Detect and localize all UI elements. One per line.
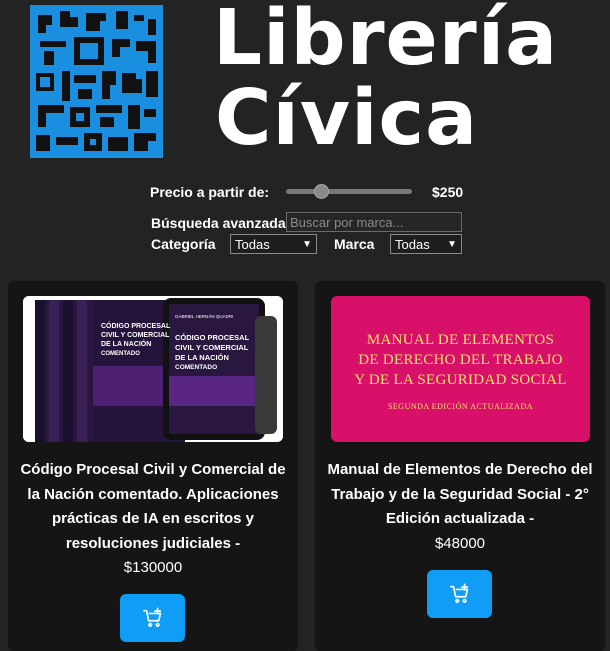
logo-line-1: Librería bbox=[213, 0, 559, 83]
logo-line-2: Cívica bbox=[215, 74, 479, 163]
svg-text:CIVIL Y COMERCIAL: CIVIL Y COMERCIAL bbox=[175, 343, 249, 352]
logo-mosaic-icon bbox=[30, 5, 163, 158]
advanced-search-label: Búsqueda avanzada bbox=[151, 215, 286, 231]
product-card: MANUAL DE ELEMENTOS DE DERECHO DEL TRABA… bbox=[315, 281, 605, 651]
book-cover-image: CÓDIGO PROCESAL CIVIL Y COMERCIAL DE LA … bbox=[23, 296, 283, 442]
product-price: $48000 bbox=[434, 534, 486, 552]
price-slider[interactable] bbox=[286, 184, 412, 199]
category-select-value: Todas bbox=[235, 236, 270, 252]
svg-text:COMENTADO: COMENTADO bbox=[101, 351, 140, 357]
cover-title: MANUAL DE ELEMENTOS DE DERECHO DEL TRABA… bbox=[331, 330, 590, 390]
product-image[interactable]: CÓDIGO PROCESAL CIVIL Y COMERCIAL DE LA … bbox=[23, 296, 283, 442]
product-price: $130000 bbox=[123, 559, 183, 576]
svg-text:CÓDIGO PROCESAL: CÓDIGO PROCESAL bbox=[175, 333, 250, 342]
svg-text:DE LA NACIÓN: DE LA NACIÓN bbox=[101, 339, 151, 348]
product-image[interactable]: MANUAL DE ELEMENTOS DE DERECHO DEL TRABA… bbox=[331, 296, 590, 442]
svg-text:CIVIL Y COMERCIAL: CIVIL Y COMERCIAL bbox=[101, 332, 170, 339]
product-title-text: Manual de Elementos de Derecho del Traba… bbox=[327, 461, 593, 527]
cover-title-line: DE DERECHO DEL TRABAJO bbox=[358, 352, 563, 368]
product-title[interactable]: Manual de Elementos de Derecho del Traba… bbox=[321, 458, 599, 556]
cart-plus-icon bbox=[142, 607, 161, 627]
brand-select-value: Todas bbox=[395, 236, 430, 252]
brand-search-input[interactable] bbox=[286, 212, 462, 232]
product-title-text: Código Procesal Civil y Comercial de la … bbox=[20, 461, 286, 552]
svg-text:DE LA NACIÓN: DE LA NACIÓN bbox=[175, 353, 229, 362]
site-logo[interactable]: Librería Cívica bbox=[30, 0, 600, 165]
price-filter-value: $250 bbox=[432, 184, 464, 200]
svg-text:GABRIEL HERNÁN QUADRI: GABRIEL HERNÁN QUADRI bbox=[175, 313, 233, 319]
logo-wordmark: Librería Cívica bbox=[213, 0, 558, 159]
svg-text:CÓDIGO PROCESAL: CÓDIGO PROCESAL bbox=[101, 321, 171, 330]
price-slider-thumb[interactable] bbox=[313, 184, 329, 199]
filter-panel: Precio a partir de: $250 Búsqueda avanza… bbox=[0, 178, 610, 258]
chevron-down-icon: ▼ bbox=[447, 238, 457, 250]
price-slider-track bbox=[286, 189, 412, 194]
cover-title-line: MANUAL DE ELEMENTOS bbox=[366, 332, 555, 348]
brand-select[interactable]: Todas ▼ bbox=[390, 234, 462, 254]
category-label: Categoría bbox=[151, 236, 216, 252]
category-select[interactable]: Todas ▼ bbox=[230, 234, 317, 254]
product-title[interactable]: Código Procesal Civil y Comercial de la … bbox=[14, 458, 292, 581]
cart-plus-icon bbox=[449, 583, 468, 603]
cover-subtitle: SEGUNDA EDICIÓN ACTUALIZADA bbox=[387, 402, 534, 411]
product-card: CÓDIGO PROCESAL CIVIL Y COMERCIAL DE LA … bbox=[8, 281, 298, 651]
add-to-cart-button[interactable] bbox=[427, 570, 492, 618]
svg-text:COMENTADO: COMENTADO bbox=[175, 364, 217, 371]
brand-label: Marca bbox=[334, 236, 375, 252]
add-to-cart-button[interactable] bbox=[120, 594, 185, 642]
price-filter-label: Precio a partir de: bbox=[150, 184, 270, 200]
cover-title-line: Y DE LA SEGURIDAD SOCIAL bbox=[354, 372, 567, 388]
chevron-down-icon: ▼ bbox=[302, 238, 312, 250]
